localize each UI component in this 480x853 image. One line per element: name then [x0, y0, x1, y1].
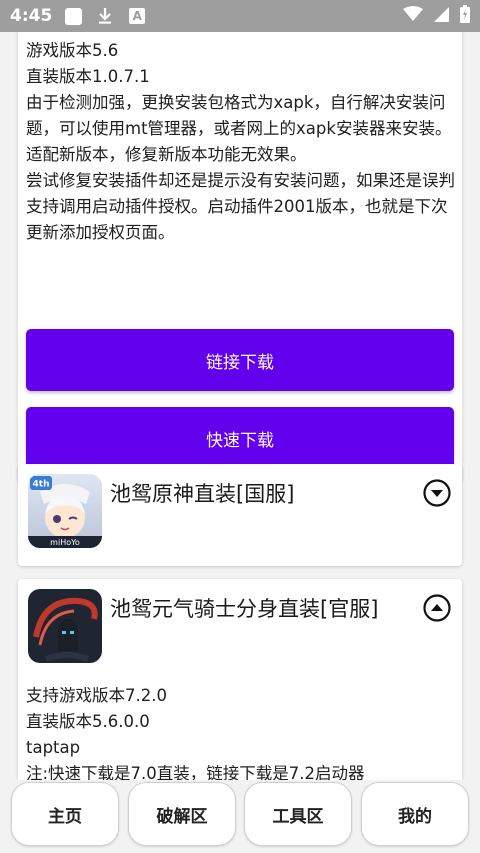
card3-line: 直装版本5.6.0.0 — [26, 712, 150, 731]
card1-line: 由于检测加强，更换安装包格式为xapk，自行解决安装问题，可以使用mt管理器，或… — [26, 93, 452, 138]
download-icon — [96, 7, 114, 25]
battery-icon — [460, 5, 470, 27]
square-notification-icon — [64, 7, 82, 25]
a-letter-icon: A — [128, 7, 146, 25]
card1-line: 尝试修复安装插件却还是提示没有安装问题，如果还是误判支持调用启动插件授权。启动插… — [26, 171, 455, 242]
wifi-icon — [403, 6, 423, 26]
soul-knight-app-title: 池鸳元气骑士分身直装[官服] — [110, 597, 379, 621]
card3-line: 注:快速下载是7.0直装，链接下载是7.2启动器 — [26, 764, 365, 780]
soul-knight-app-icon — [28, 589, 102, 663]
card3-line: taptap — [26, 738, 81, 757]
nav-tools-button[interactable]: 工具区 — [244, 782, 352, 846]
expand-chevron-down-icon[interactable] — [422, 478, 452, 508]
soul-knight-details: 支持游戏版本7.2.0 直装版本5.6.0.0 taptap 注:快速下载是7.… — [26, 683, 456, 780]
genshin-brand-label: miHoYo — [50, 538, 80, 547]
app-card-genshin[interactable]: miHoYo 4th 池鸳原神直装[国服] — [18, 464, 462, 566]
bottom-navigation: 主页 破解区 工具区 我的 — [0, 780, 480, 853]
link-download-button[interactable]: 链接下载 — [26, 329, 454, 391]
nav-mine-button[interactable]: 我的 — [361, 782, 469, 846]
card1-line: 适配新版本，修复新版本功能无效果。 — [26, 145, 307, 164]
status-time: 4:45 — [10, 6, 53, 26]
fast-download-button[interactable]: 快速下载 — [26, 407, 454, 469]
signal-icon — [433, 6, 450, 27]
genshin-app-icon: miHoYo 4th — [28, 474, 102, 548]
app-card-expanded: 游戏版本5.6 直装版本1.0.7.1 由于检测加强，更换安装包格式为xapk，… — [18, 32, 462, 482]
card3-line: 支持游戏版本7.2.0 — [26, 686, 167, 705]
nav-crack-button[interactable]: 破解区 — [128, 782, 236, 846]
card1-description: 游戏版本5.6 直装版本1.0.7.1 由于检测加强，更换安装包格式为xapk，… — [26, 38, 458, 246]
card1-line: 游戏版本5.6 — [26, 41, 119, 60]
app-card-soul-knight[interactable]: 池鸳元气骑士分身直装[官服] 支持游戏版本7.2.0 直装版本5.6.0.0 t… — [18, 579, 462, 780]
nav-home-button[interactable]: 主页 — [11, 782, 119, 846]
genshin-badge-label: 4th — [33, 480, 50, 490]
app-list[interactable]: 游戏版本5.6 直装版本1.0.7.1 由于检测加强，更换安装包格式为xapk，… — [0, 32, 480, 780]
genshin-app-title: 池鸳原神直装[国服] — [110, 482, 295, 506]
collapse-chevron-up-icon[interactable] — [422, 593, 452, 623]
card1-line: 直装版本1.0.7.1 — [26, 67, 150, 86]
status-bar: 4:45 A — [0, 0, 480, 32]
